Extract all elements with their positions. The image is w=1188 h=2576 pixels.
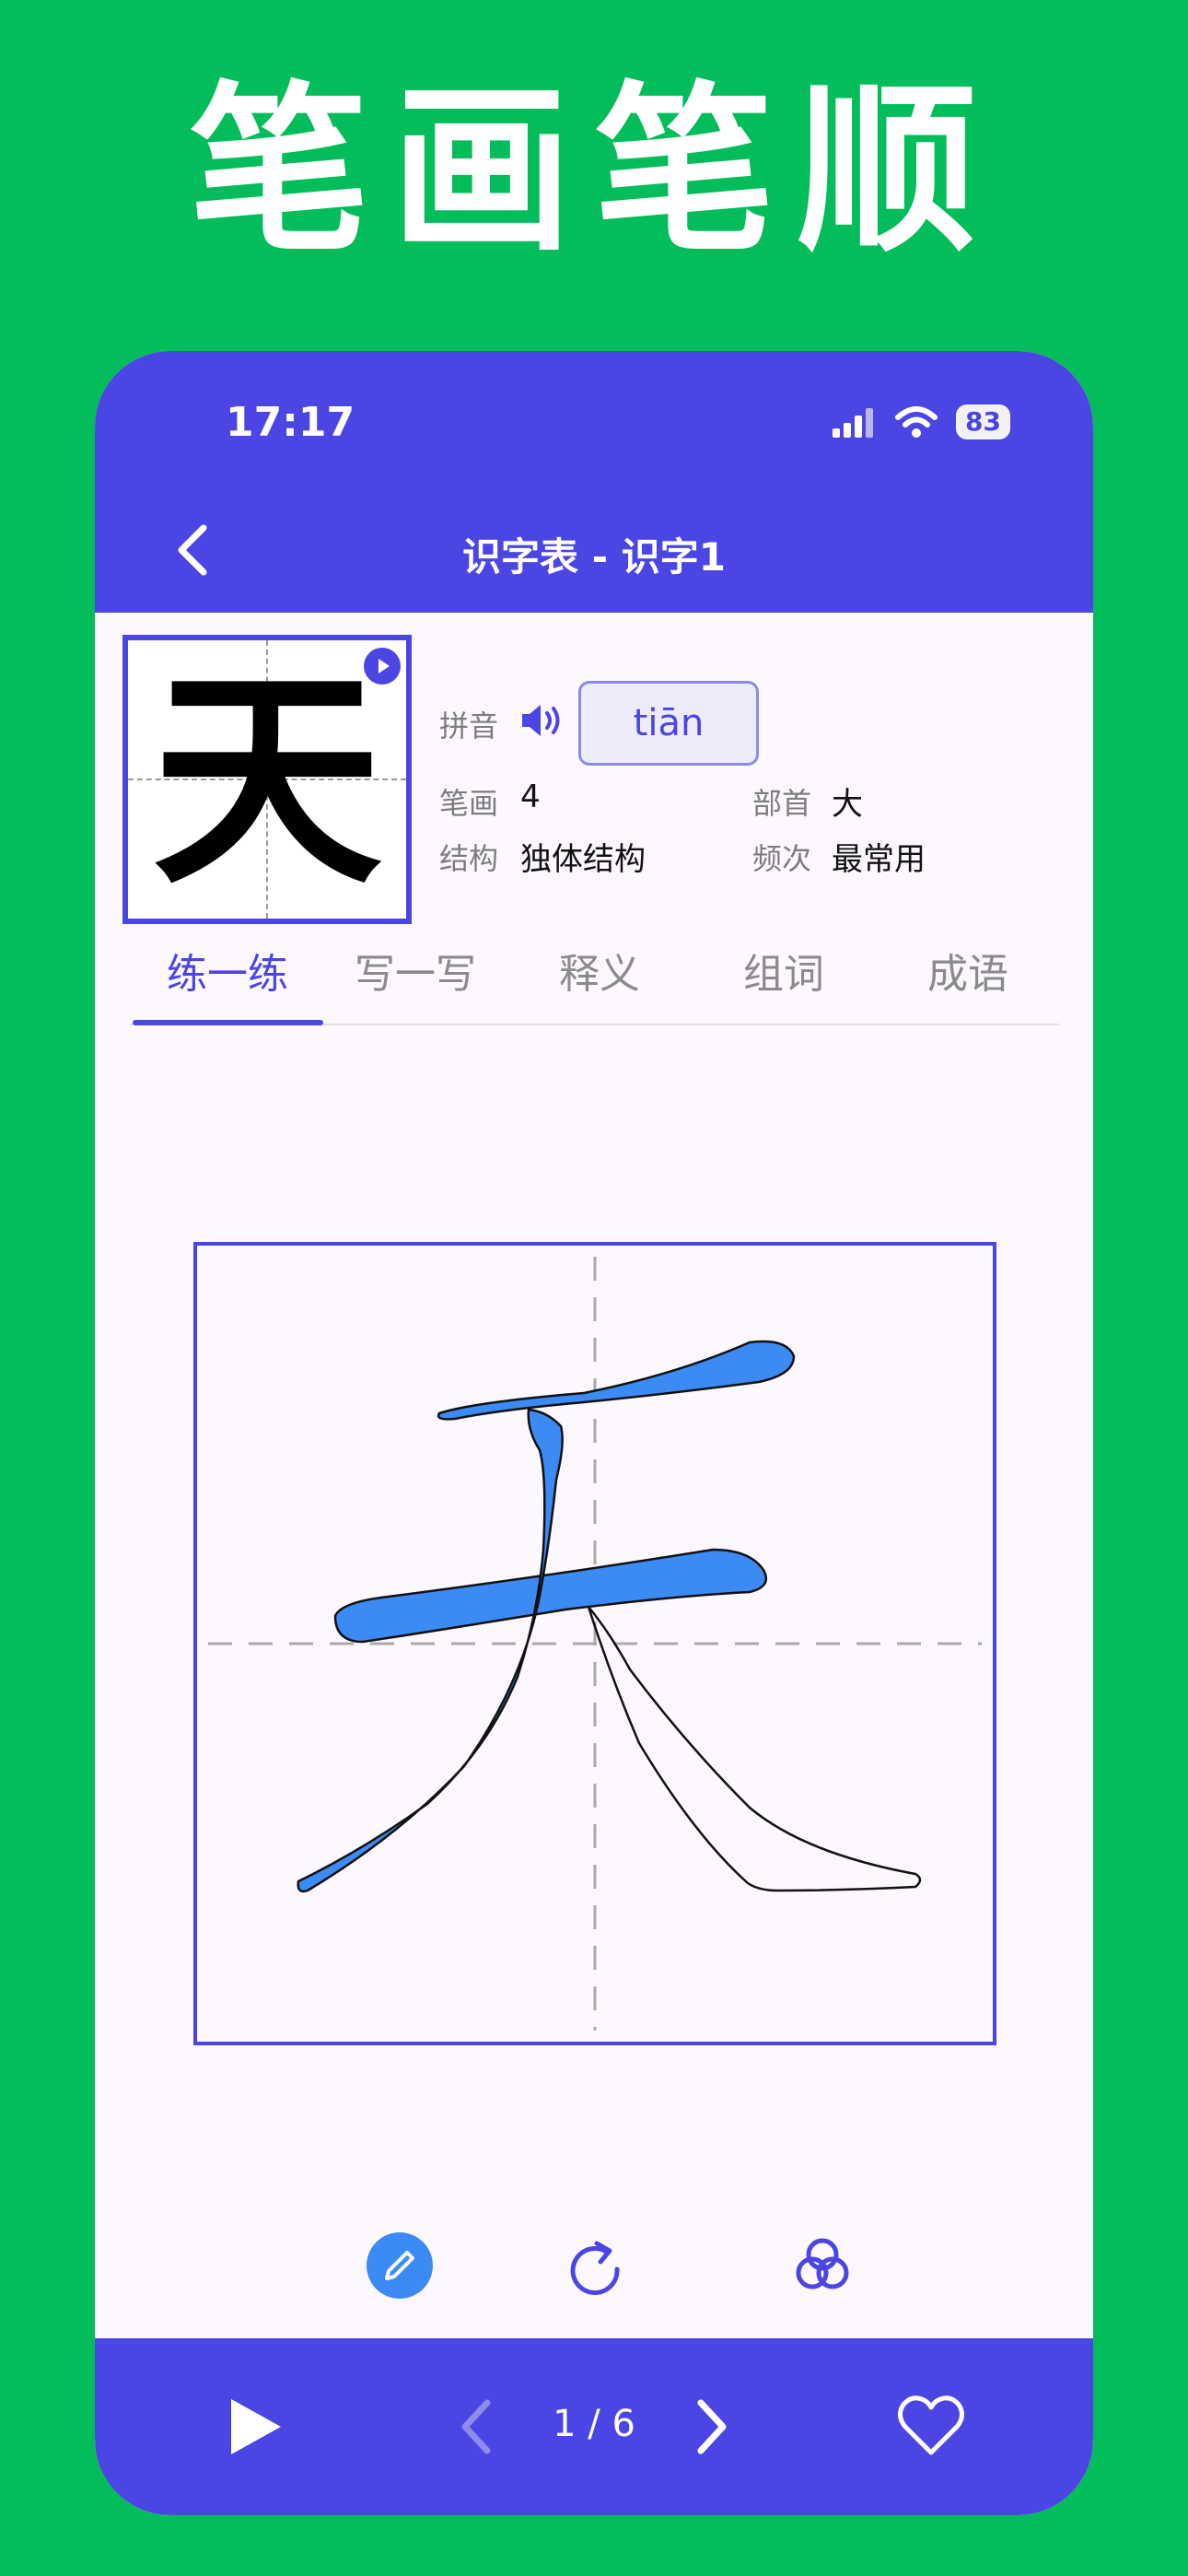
next-chevron-right-icon[interactable] <box>692 2397 732 2456</box>
page-title: 识字表 - 识字1 <box>462 534 726 580</box>
signal-icon <box>833 408 874 438</box>
radical-value: 大 <box>832 786 863 823</box>
stroke-2-horizontal <box>333 1548 768 1644</box>
bottom-bar: 1 / 6 <box>95 2338 1093 2515</box>
top-bar: 17:17 83 识字表 - 识字1 <box>95 351 1093 613</box>
stroke-1-horizontal <box>437 1340 796 1421</box>
frequency-value: 最常用 <box>832 841 926 878</box>
status-time: 17:17 <box>226 399 355 446</box>
speaker-icon[interactable] <box>518 701 565 740</box>
pinyin-chip[interactable]: tiān <box>578 681 759 766</box>
frequency-label: 频次 <box>752 841 812 876</box>
pencil-icon[interactable] <box>365 2231 435 2301</box>
tab-words[interactable]: 组词 <box>692 941 876 1000</box>
stroke-4-right-falling <box>587 1606 922 1892</box>
stroke-3-left-falling <box>297 1408 564 1893</box>
banner-title: 笔画笔顺 <box>188 64 999 276</box>
refresh-icon[interactable] <box>560 2231 630 2301</box>
structure-value: 独体结构 <box>520 841 646 878</box>
structure-label: 结构 <box>439 841 499 876</box>
prev-chevron-left-icon[interactable] <box>456 2397 496 2456</box>
tab-bar: 练一练 写一写 释义 组词 成语 <box>130 941 1060 1025</box>
wifi-icon <box>895 406 938 438</box>
play-icon <box>379 659 390 673</box>
circles-icon[interactable] <box>787 2231 857 2301</box>
tab-idioms[interactable]: 成语 <box>876 941 1060 1000</box>
play-animation-button[interactable] <box>364 648 401 685</box>
character-glyph: 天 <box>152 644 382 915</box>
radical-label: 部首 <box>752 786 812 821</box>
pinyin-label: 拼音 <box>439 708 499 744</box>
character-preview[interactable]: 天 <box>122 635 412 924</box>
tab-write[interactable]: 写一写 <box>323 941 507 1000</box>
stroke-practice-canvas[interactable] <box>193 1242 996 2045</box>
phone-screen: 17:17 83 识字表 - 识字1 天 拼音 tiān 笔画 4 部首 大 结… <box>95 351 1093 2515</box>
battery-badge: 83 <box>956 404 1010 439</box>
strokes-value: 4 <box>520 779 541 815</box>
tab-practice[interactable]: 练一练 <box>135 941 320 1000</box>
stroke-order-drawing <box>208 1257 982 2031</box>
strokes-label: 笔画 <box>439 786 499 821</box>
play-icon[interactable] <box>226 2395 286 2458</box>
page-indicator: 1 / 6 <box>553 2403 635 2445</box>
tab-meaning[interactable]: 释义 <box>507 941 692 1000</box>
active-tab-indicator <box>133 1020 323 1025</box>
status-icons: 83 <box>831 404 1010 439</box>
heart-icon[interactable] <box>896 2392 966 2458</box>
